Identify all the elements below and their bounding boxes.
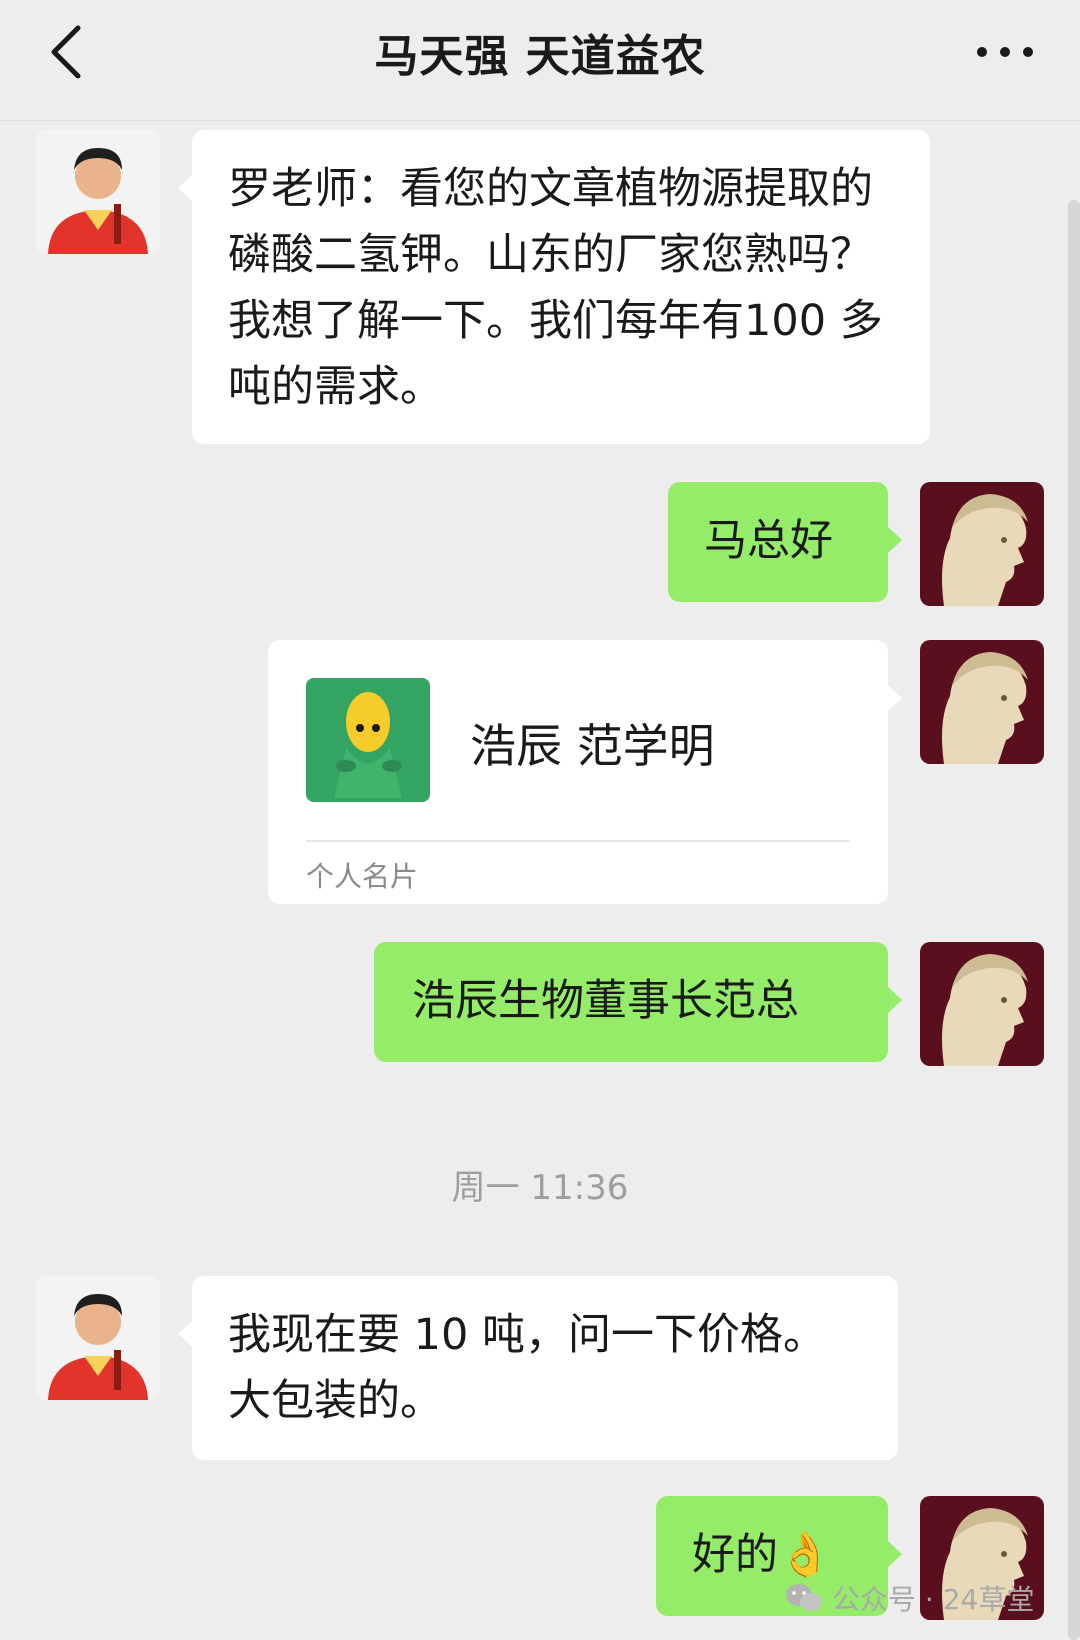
watermark-text: 公众号 · 24草堂 xyxy=(832,1583,1035,1616)
wechat-icon xyxy=(786,1584,822,1611)
contact-card-logo xyxy=(306,678,430,802)
contact-card[interactable]: 浩辰 范学明 个人名片 xyxy=(268,640,902,904)
more-button[interactable] xyxy=(970,32,1040,72)
message-bubble-outgoing[interactable]: 马总好 xyxy=(668,482,902,602)
message-text: 好的 xyxy=(692,1530,778,1580)
message-bubble-incoming[interactable]: 罗老师：看您的文章植物源提取的磷酸二氢钾。山东的厂家您熟吗？我想了解一下。我们每… xyxy=(178,130,930,444)
chat-title: 马天强 天道益农 xyxy=(374,31,706,82)
corn-mascot-icon xyxy=(306,678,430,802)
chat-header: 马天强 天道益农 xyxy=(0,0,1080,121)
message-text: 浩辰生物董事长范总 xyxy=(412,976,799,1026)
ok-hand-emoji: 👌 xyxy=(778,1530,832,1580)
contact-card-type: 个人名片 xyxy=(306,860,419,893)
contact-avatar[interactable] xyxy=(36,1276,160,1400)
watermark: 公众号 · 24草堂 xyxy=(784,1578,1034,1618)
statue-avatar-image xyxy=(920,482,1044,606)
contact-card-name: 浩辰 范学明 xyxy=(470,719,715,773)
scrollbar[interactable] xyxy=(1068,200,1080,1640)
my-avatar[interactable] xyxy=(920,482,1044,606)
contact-card-divider xyxy=(306,840,850,842)
statue-avatar-image xyxy=(920,640,1044,764)
message-timestamp: 周一 11:36 xyxy=(451,1168,629,1208)
message-text: 我现在要 10 吨，问一下价格。大包装的。 xyxy=(228,1310,827,1426)
message-text: 罗老师：看您的文章植物源提取的磷酸二氢钾。山东的厂家您熟吗？我想了解一下。我们每… xyxy=(228,164,883,412)
ellipsis-icon xyxy=(977,47,1033,57)
statue-avatar-image xyxy=(920,942,1044,1066)
message-text: 马总好 xyxy=(704,516,833,566)
my-avatar[interactable] xyxy=(920,942,1044,1066)
my-avatar[interactable] xyxy=(920,640,1044,764)
contact-avatar[interactable] xyxy=(36,130,160,254)
message-bubble-outgoing[interactable]: 浩辰生物董事长范总 xyxy=(374,942,902,1062)
message-bubble-incoming[interactable]: 我现在要 10 吨，问一下价格。大包装的。 xyxy=(178,1276,898,1460)
contact-avatar-image xyxy=(36,1276,160,1400)
contact-avatar-image xyxy=(36,130,160,254)
